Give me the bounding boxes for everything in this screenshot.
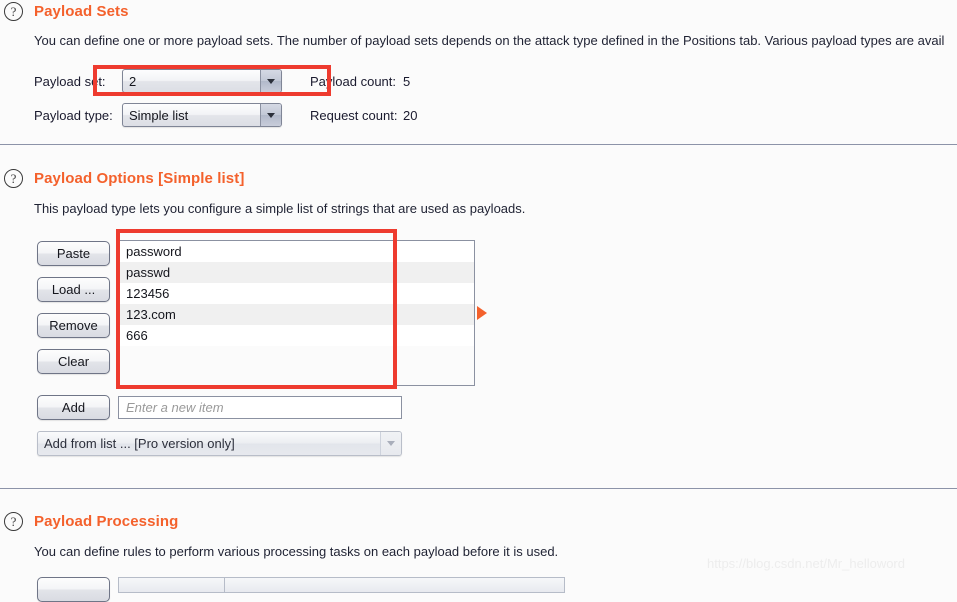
help-circle-icon-payload-sets[interactable]: ?	[4, 2, 23, 21]
add-button-label: Add	[61, 400, 86, 415]
payload-processing-title: Payload Processing	[34, 513, 179, 530]
payload-type-value: Simple list	[129, 107, 189, 123]
chevron-down-icon-payload-type[interactable]	[260, 104, 281, 126]
new-item-placeholder: Enter a new item	[126, 400, 224, 415]
payload-processing-table-header	[118, 577, 565, 593]
table-header-cell	[225, 578, 564, 592]
add-from-list-value: Add from list ... [Pro version only]	[44, 436, 235, 451]
payload-set-value: 2	[129, 73, 137, 89]
payload-type-combobox[interactable]: Simple list	[122, 103, 282, 127]
request-count-value: 20	[403, 108, 418, 123]
section-divider-1	[0, 144, 957, 145]
payload-options-title: Payload Options [Simple list]	[34, 170, 245, 187]
list-item[interactable]: password	[119, 241, 474, 262]
load-button-label: Load ...	[51, 282, 96, 297]
list-item[interactable]: 123.com	[119, 304, 474, 325]
list-item[interactable]: 123456	[119, 283, 474, 304]
load-button[interactable]: Load ...	[37, 277, 110, 302]
payload-set-label: Payload set:	[34, 74, 106, 89]
paste-button-label: Paste	[56, 246, 91, 261]
payload-list-empty-area[interactable]	[119, 346, 474, 385]
play-triangle-icon	[477, 306, 487, 320]
payload-list[interactable]: password passwd 123456 123.com 666	[118, 240, 475, 386]
remove-button-label: Remove	[49, 318, 98, 333]
add-button[interactable]: Add	[37, 395, 110, 420]
payload-count-value: 5	[403, 74, 411, 89]
new-item-input[interactable]: Enter a new item	[118, 396, 402, 419]
payload-set-combobox[interactable]: 2	[122, 69, 282, 93]
list-item[interactable]: 666	[119, 325, 474, 346]
remove-button[interactable]: Remove	[37, 313, 110, 338]
watermark-text: https://blog.csdn.net/Mr_helloword	[707, 556, 905, 571]
chevron-down-icon-payload-set[interactable]	[260, 70, 281, 92]
add-from-list-combobox[interactable]: Add from list ... [Pro version only]	[37, 431, 402, 456]
payload-sets-description: You can define one or more payload sets.…	[34, 33, 945, 48]
list-item[interactable]: passwd	[119, 262, 474, 283]
clear-button-label: Clear	[57, 354, 90, 369]
payload-count-label: Payload count:	[310, 74, 397, 89]
section-divider-2	[0, 488, 957, 489]
table-header-cell	[119, 578, 225, 592]
payload-options-description: This payload type lets you configure a s…	[34, 201, 526, 216]
clear-button[interactable]: Clear	[37, 349, 110, 374]
help-circle-icon-payload-processing[interactable]: ?	[4, 512, 23, 531]
chevron-down-icon-add-from-list[interactable]	[380, 432, 401, 455]
payload-processing-add-button[interactable]	[37, 577, 110, 602]
payload-type-label: Payload type:	[34, 108, 113, 123]
request-count-label: Request count:	[310, 108, 398, 123]
help-circle-icon-payload-options[interactable]: ?	[4, 169, 23, 188]
payload-sets-title: Payload Sets	[34, 3, 129, 20]
payload-processing-description: You can define rules to perform various …	[34, 544, 559, 559]
paste-button[interactable]: Paste	[37, 241, 110, 266]
